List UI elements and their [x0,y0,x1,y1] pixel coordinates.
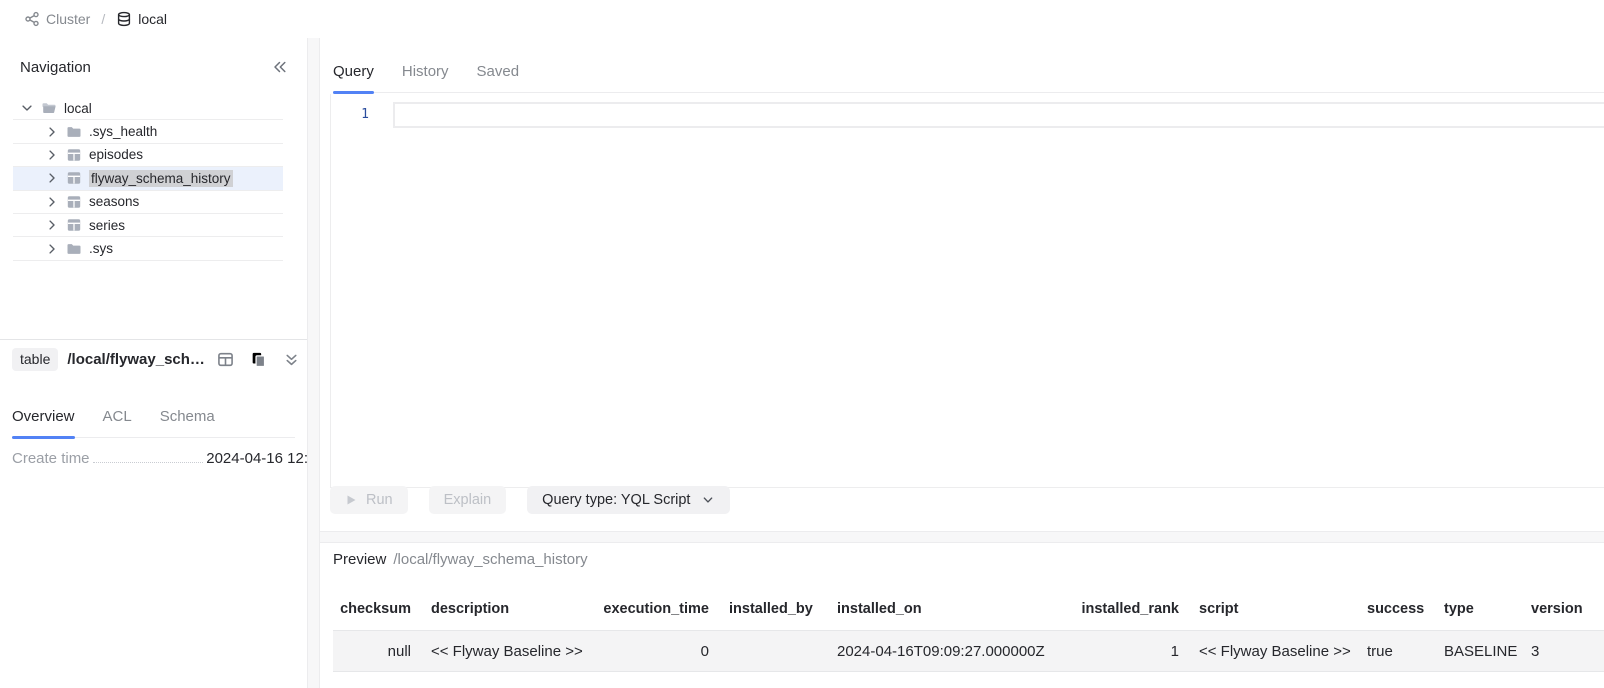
cell-type: BASELINE [1444,643,1511,660]
chevron-right-icon[interactable] [45,195,59,209]
preview-table: checksum description execution_time inst… [333,587,1604,672]
collapse-panel-icon[interactable] [271,58,289,76]
cell-checksum: null [333,643,411,660]
tree-item-label[interactable]: seasons [89,194,139,209]
run-button[interactable]: Run [330,486,408,514]
editor-line-number: 1 [331,102,393,128]
table-icon [66,194,82,210]
column-header[interactable]: installed_on [837,601,1059,617]
tab-saved[interactable]: Saved [477,50,520,92]
cell-script: << Flyway Baseline >> [1199,643,1347,660]
table-row[interactable]: null << Flyway Baseline >> 0 2024-04-16T… [333,630,1604,672]
preview-title: Preview [333,551,386,568]
chevron-right-icon[interactable] [45,242,59,256]
breadcrumb-database-label[interactable]: local [138,11,167,27]
cell-description: << Flyway Baseline >> [431,643,579,660]
tab-acl[interactable]: ACL [103,395,132,437]
cell-version: 3 [1531,643,1584,660]
table-icon [66,217,82,233]
object-tabs: Overview ACL Schema [12,395,295,438]
table-icon [66,170,82,186]
editor-current-line[interactable] [393,102,1604,128]
query-tabs: Query History Saved [333,50,1604,93]
cluster-icon [24,11,40,27]
explain-button[interactable]: Explain [429,486,507,514]
column-header[interactable]: installed_by [729,601,817,617]
cell-execution-time: 0 [599,643,709,660]
table-icon [66,147,82,163]
object-path: /local/flyway_sch… [67,351,205,368]
column-header[interactable]: execution_time [599,601,709,617]
preview-path: /local/flyway_schema_history [393,551,587,568]
panel-divider [0,339,307,340]
dotted-leader [93,462,204,463]
open-preview-icon[interactable] [217,350,235,368]
vertical-splitter[interactable] [308,38,320,688]
tab-schema[interactable]: Schema [160,395,215,437]
tree-item-label[interactable]: .sys_health [89,124,157,139]
tree-item-label[interactable]: .sys [89,241,113,256]
chevron-right-icon[interactable] [45,148,59,162]
breadcrumb-database[interactable]: local [116,11,167,27]
tree-item-sys[interactable]: .sys [13,237,283,260]
tree-item-label[interactable]: series [89,218,125,233]
expand-more-icon[interactable] [283,350,301,368]
chevron-right-icon[interactable] [45,218,59,232]
schema-tree: local .sys_health episodes [13,97,283,261]
tree-item-label[interactable]: flyway_schema_history [89,170,233,187]
object-type-badge: table [12,348,58,371]
cell-installed-on: 2024-04-16T09:09:27.000000Z [837,643,1059,660]
create-time-value: 2024-04-16 12: [206,450,308,467]
column-header[interactable]: success [1367,601,1424,617]
tree-item-seasons[interactable]: seasons [13,191,283,214]
tree-item-series[interactable]: series [13,214,283,237]
column-header[interactable]: version [1531,601,1584,617]
folder-open-icon [41,100,57,116]
column-header[interactable]: installed_rank [1079,601,1179,617]
column-header[interactable]: checksum [333,601,411,617]
column-header[interactable]: script [1199,601,1347,617]
query-actions: Run Explain Query type: YQL Script [330,486,730,514]
copy-icon[interactable] [250,350,268,368]
preview-table-header: checksum description execution_time inst… [333,587,1604,630]
query-editor[interactable]: 1 [330,94,1604,488]
tree-item-flyway-schema-history[interactable]: flyway_schema_history [13,167,283,190]
column-header[interactable]: description [431,601,579,617]
create-time-row: Create time 2024-04-16 12: [12,450,308,470]
tree-item-local[interactable]: local [13,97,283,120]
tree-item-label[interactable]: local [64,101,92,116]
breadcrumb-cluster-label[interactable]: Cluster [46,11,90,27]
navigation-title: Navigation [20,59,91,76]
query-type-select[interactable]: Query type: YQL Script [527,486,730,514]
query-workspace: Query History Saved 1 Run Explain Query … [320,38,1604,688]
tree-item-sys-health[interactable]: .sys_health [13,120,283,143]
breadcrumb-cluster[interactable]: Cluster [24,11,90,27]
cell-installed-rank: 1 [1079,643,1179,660]
chevron-down-icon[interactable] [20,101,34,115]
breadcrumb-separator: / [99,11,107,27]
folder-icon [66,241,82,257]
cell-success: true [1367,643,1424,660]
tree-item-label[interactable]: episodes [89,147,143,162]
chevron-right-icon[interactable] [45,171,59,185]
database-icon [116,11,132,27]
preview-panel: Preview /local/flyway_schema_history che… [320,543,1604,688]
play-icon [345,494,357,506]
tree-item-episodes[interactable]: episodes [13,144,283,167]
tab-overview[interactable]: Overview [12,395,75,437]
chevron-down-icon [701,493,715,507]
create-time-label: Create time [12,450,90,467]
chevron-right-icon[interactable] [45,125,59,139]
tab-query[interactable]: Query [333,50,374,92]
breadcrumb: Cluster / local [0,0,1604,38]
navigation-panel: Navigation local [0,38,308,688]
object-summary-header: table /local/flyway_sch… [12,345,301,373]
tab-history[interactable]: History [402,50,449,92]
column-header[interactable]: type [1444,601,1511,617]
horizontal-splitter[interactable] [320,531,1604,543]
folder-icon [66,124,82,140]
